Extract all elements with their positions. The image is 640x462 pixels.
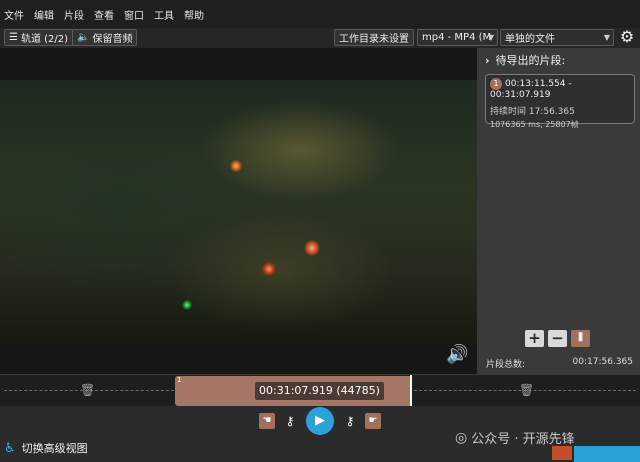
- total-value: 00:17:56.365: [572, 357, 633, 367]
- trash-icon[interactable]: 🗑: [80, 383, 95, 397]
- segment-details: 1076365 ms, 25807帧: [490, 120, 579, 129]
- play-icon: ▶: [315, 413, 325, 428]
- segment-card[interactable]: 1 00:13:11.554 - 00:31:07.919 持续时间 17:56.…: [485, 74, 635, 129]
- trash-icon[interactable]: 🗑: [519, 383, 534, 397]
- menu-help[interactable]: 帮助: [184, 7, 204, 22]
- hand-right-icon: ☛: [368, 415, 378, 426]
- toggle-advanced-view[interactable]: ♿ 切换高级视图: [4, 440, 88, 456]
- keep-audio-button[interactable]: 🔈 保留音频: [72, 29, 138, 46]
- hand-left-icon: ☚: [262, 415, 272, 426]
- export-button[interactable]: [574, 446, 640, 462]
- key-icon: ⚷: [285, 414, 295, 428]
- menu-bar: 文件 编辑 片段 查看 窗口 工具 帮助: [0, 0, 640, 28]
- jump-end-button[interactable]: ⚷: [340, 412, 360, 430]
- segment-duration: 持续时间 17:56.365: [490, 107, 575, 117]
- total-label: 片段总数:: [486, 360, 526, 370]
- minus-icon: −: [551, 329, 564, 347]
- menu-view[interactable]: 查看: [94, 7, 114, 22]
- timeline[interactable]: 🗑 🗑 1 00:31:07.919 (44785): [0, 374, 640, 407]
- play-button[interactable]: ▶: [306, 407, 334, 435]
- segment-number-badge: 1: [490, 78, 502, 90]
- format-select[interactable]: mp4 - MP4 (M ▼: [417, 29, 498, 46]
- gear-icon[interactable]: ⚙: [618, 28, 636, 46]
- watermark: ◎ 公众号 · 开源先锋: [455, 428, 575, 448]
- workdir-button[interactable]: 工作目录未设置: [334, 29, 414, 46]
- person-icon: ♿: [4, 440, 16, 456]
- output-mode-value: 单独的文件: [505, 34, 555, 45]
- timeline-segment[interactable]: 1 00:31:07.919 (44785): [175, 376, 412, 406]
- menu-file[interactable]: 文件: [4, 7, 24, 22]
- chevron-right-icon[interactable]: ›: [485, 54, 490, 67]
- light-spot: [304, 240, 320, 256]
- workdir-label: 工作目录未设置: [339, 34, 409, 45]
- light-spot: [262, 262, 276, 276]
- list-icon: ☰: [9, 32, 18, 43]
- chevron-down-icon: ▼: [603, 33, 610, 42]
- playhead[interactable]: [410, 375, 412, 407]
- segments-panel: › 待导出的片段: 1 00:13:11.554 - 00:31:07.919 持续…: [477, 48, 640, 374]
- advanced-view-label: 切换高级视图: [21, 442, 88, 455]
- wechat-icon: ◎: [455, 429, 468, 446]
- menu-edit[interactable]: 编辑: [34, 7, 54, 22]
- watermark-text: 公众号 · 开源先锋: [471, 432, 575, 447]
- tracks-label: 轨道 (2/2): [20, 34, 69, 45]
- key-icon: ⚷: [345, 414, 355, 428]
- menu-window[interactable]: 窗口: [124, 7, 144, 22]
- split-icon: ⫴: [578, 331, 583, 344]
- jump-start-button[interactable]: ⚷: [280, 412, 300, 430]
- current-time-display: 00:31:07.919 (44785): [255, 382, 384, 400]
- plus-icon: +: [528, 329, 541, 347]
- segment-range: 00:13:11.554 - 00:31:07.919: [490, 79, 572, 100]
- remove-segment-button[interactable]: −: [548, 330, 567, 347]
- volume-icon[interactable]: 🔊: [446, 344, 468, 365]
- video-frame: [0, 80, 477, 346]
- toolbar: ☰ 轨道 (2/2) 🔈 保留音频 工作目录未设置 mp4 - MP4 (M ▼…: [0, 28, 640, 48]
- panel-title-label: 待导出的片段:: [495, 54, 566, 67]
- menu-segments[interactable]: 片段: [64, 7, 84, 22]
- light-spot: [182, 300, 192, 310]
- segment-actions: + − ⫴: [525, 330, 594, 347]
- video-player[interactable]: [0, 48, 477, 374]
- output-mode-select[interactable]: 单独的文件 ▼: [500, 29, 614, 46]
- set-end-button[interactable]: ☛: [365, 413, 381, 429]
- split-segment-button[interactable]: ⫴: [571, 330, 590, 347]
- light-spot: [230, 160, 242, 172]
- format-value: mp4 - MP4 (M: [422, 32, 492, 43]
- chevron-down-icon: ▼: [487, 33, 494, 42]
- timeline-segment-index: 1: [177, 376, 182, 384]
- set-start-button[interactable]: ☚: [259, 413, 275, 429]
- keep-audio-label: 保留音频: [92, 34, 133, 45]
- panel-title: › 待导出的片段:: [485, 52, 565, 68]
- speaker-icon: 🔈: [77, 32, 90, 43]
- tracks-button[interactable]: ☰ 轨道 (2/2): [4, 29, 74, 46]
- add-segment-button[interactable]: +: [525, 330, 544, 347]
- export-indicator: [552, 446, 572, 460]
- menu-tools[interactable]: 工具: [154, 7, 174, 22]
- bottom-bar: ☚ ⚷ ▶ ⚷ ☛ ♿ 切换高级视图 ◎ 公众号 · 开源先锋: [0, 406, 640, 462]
